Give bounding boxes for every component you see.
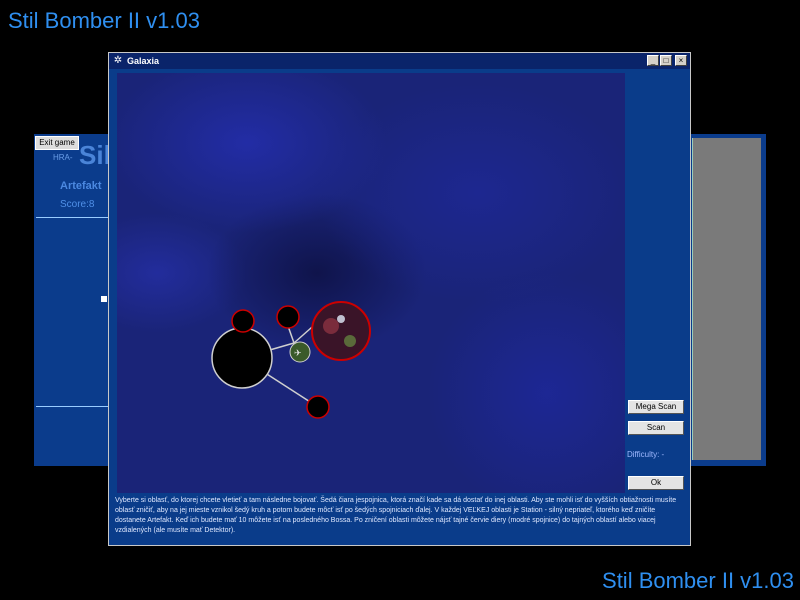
dialog-title: Galaxia xyxy=(127,56,160,66)
small-node-3[interactable] xyxy=(306,395,330,419)
background-side-panel xyxy=(692,138,761,460)
artefakty-label: Artefakt xyxy=(60,180,102,192)
station-detail xyxy=(344,335,356,347)
station-detail xyxy=(337,315,345,323)
station-detail xyxy=(323,318,339,334)
score-label: Score:8 xyxy=(60,199,95,210)
background-divider-bottom xyxy=(36,406,112,407)
station-node[interactable] xyxy=(311,301,371,361)
background-divider-top xyxy=(36,217,112,218)
app-title-bottom: Stil Bomber II v1.03 xyxy=(602,568,794,593)
minimize-button[interactable]: _ xyxy=(647,55,659,66)
ok-button[interactable]: Ok xyxy=(628,476,684,490)
galaxy-map-svg: ✈ xyxy=(211,301,371,419)
scan-button[interactable]: Scan xyxy=(628,421,684,435)
small-node-1[interactable] xyxy=(231,309,255,333)
difficulty-label: Difficulty: - xyxy=(627,450,665,459)
dialog-titlebar[interactable]: ✲ Galaxia _ □ × xyxy=(109,53,690,69)
app-title-top: Stil Bomber II v1.03 xyxy=(8,8,200,33)
galaxy-icon: ✲ xyxy=(113,55,123,66)
small-node-2[interactable] xyxy=(276,305,300,329)
description-text: Vyberte si oblasť, do ktorej chcete vlet… xyxy=(115,497,677,534)
maximize-button[interactable]: □ xyxy=(660,55,672,66)
galaxia-dialog: ✲ Galaxia _ □ × ✈ Mega Scan Scan Difficu… xyxy=(108,52,691,546)
player-ship-icon: ✈ xyxy=(294,349,302,359)
galaxy-map[interactable]: ✈ xyxy=(117,73,625,493)
home-node[interactable] xyxy=(211,327,273,389)
mega-scan-button[interactable]: Mega Scan xyxy=(628,400,684,414)
background-marker xyxy=(101,296,107,302)
close-button[interactable]: × xyxy=(675,55,687,66)
background-big-title: Sil xyxy=(79,140,111,170)
hra-label: HRA- xyxy=(53,153,73,162)
exit-game-button[interactable]: Exit game xyxy=(35,136,79,150)
